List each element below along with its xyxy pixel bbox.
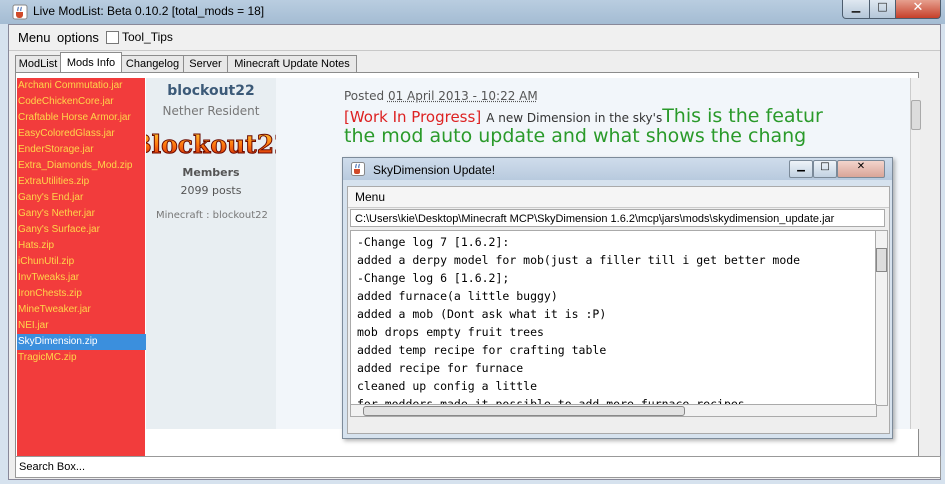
author-logo-image: Blockout22	[146, 130, 276, 160]
window-title: Live ModList: Beta 0.10.2 [total_mods = …	[33, 4, 265, 18]
changelog-line: added recipe for furnace	[357, 361, 524, 375]
changelog-line: added a derpy model for mob(just a fille…	[357, 253, 801, 267]
changelog-line: -Change log 7 [1.6.2]:	[357, 235, 510, 249]
author-name[interactable]: blockout22	[146, 83, 276, 99]
author-post-count: 2099 posts	[180, 184, 242, 197]
minimize-button[interactable]: ▁	[842, 0, 870, 19]
mod-list-item[interactable]: TragicMC.zip	[17, 350, 146, 366]
dialog-maximize-button[interactable]: □	[813, 160, 837, 178]
java-cup-icon	[351, 162, 365, 176]
post-date: Posted 01 April 2013 - 10:22 AM	[344, 89, 538, 103]
close-icon: ✕	[912, 0, 924, 15]
maximize-icon: □	[820, 161, 830, 172]
title-bar: Live ModList: Beta 0.10.2 [total_mods = …	[0, 0, 945, 24]
author-minecraft-name: Minecraft : blockout22	[156, 210, 268, 221]
tab-changelog[interactable]: Changelog	[121, 55, 184, 72]
mod-list-item[interactable]: NEI.jar	[17, 318, 146, 334]
maximize-icon: □	[877, 0, 888, 13]
maximize-button[interactable]: □	[869, 0, 896, 19]
minimize-icon: ▁	[797, 161, 805, 172]
mod-list-item[interactable]: Craftable Horse Armor.jar	[17, 110, 146, 126]
dialog-menu-bar: Menu	[348, 187, 889, 208]
post-subtitle: A new Dimension in the sky's	[486, 111, 663, 125]
changelog-line: added temp recipe for crafting table	[357, 343, 607, 357]
mod-list-item[interactable]: CodeChickenCore.jar	[17, 94, 146, 110]
mod-list-item[interactable]: Hats.zip	[17, 238, 146, 254]
tab-modlist[interactable]: ModList	[15, 55, 61, 72]
dialog-menu-item[interactable]: Menu	[355, 190, 385, 204]
java-cup-icon	[12, 4, 28, 20]
scroll-thumb[interactable]	[876, 248, 887, 272]
changelog-line: added furnace(a little buggy)	[357, 289, 558, 303]
tooltips-checkbox[interactable]	[106, 31, 119, 44]
feature-text-line-1: This is the featur	[662, 105, 823, 127]
dialog-title-bar: SkyDimension Update! ▁ □ ✕	[343, 158, 892, 180]
mod-list-item[interactable]: MineTweaker.jar	[17, 302, 146, 318]
scroll-thumb[interactable]	[911, 100, 921, 130]
changelog-line: added a mob (Dont ask what it is :P)	[357, 307, 607, 321]
menu-item-options[interactable]: options	[57, 30, 99, 45]
minimize-icon: ▁	[851, 0, 861, 13]
mod-list-item[interactable]: iChunUtil.zip	[17, 254, 146, 270]
mod-list-item[interactable]: EnderStorage.jar	[17, 142, 146, 158]
close-button[interactable]: ✕	[895, 0, 941, 19]
tooltips-label: Tool_Tips	[122, 30, 173, 44]
info-vertical-scrollbar[interactable]	[910, 78, 921, 429]
dialog-minimize-button[interactable]: ▁	[789, 160, 813, 178]
mod-list-item[interactable]: Archani Commutatio.jar	[17, 78, 146, 94]
wip-tag: [Work In Progress]	[344, 108, 482, 126]
changelog-horizontal-scrollbar[interactable]	[350, 404, 877, 417]
author-rank: Nether Resident	[162, 104, 260, 118]
menu-item-menu[interactable]: Menu	[18, 30, 51, 45]
dialog-body: Menu C:\Users\kie\Desktop\Minecraft MCP\…	[347, 186, 890, 434]
tab-minecraft-update-notes[interactable]: Minecraft Update Notes	[227, 55, 357, 72]
mod-list-item[interactable]: Gany's Nether.jar	[17, 206, 146, 222]
changelog-line: cleaned up config a little	[357, 379, 538, 393]
changelog-vertical-scrollbar[interactable]	[875, 230, 888, 406]
changelog-line: -Change log 6 [1.6.2];	[357, 271, 510, 285]
main-window: Live ModList: Beta 0.10.2 [total_mods = …	[0, 0, 945, 484]
posted-label: Posted	[344, 89, 385, 103]
author-profile: blockout22 Nether Resident Blockout22 M	[146, 78, 276, 429]
mod-list-item[interactable]: SkyDimension.zip	[17, 334, 146, 350]
mod-list-item[interactable]: Gany's Surface.jar	[17, 222, 146, 238]
svg-text:Blockout22: Blockout22	[146, 130, 276, 159]
mod-list-item[interactable]: IronChests.zip	[17, 286, 146, 302]
tab-server[interactable]: Server	[183, 55, 228, 72]
mod-list-item[interactable]: EasyColoredGlass.jar	[17, 126, 146, 142]
dialog-close-button[interactable]: ✕	[837, 160, 885, 178]
close-icon: ✕	[856, 161, 866, 172]
mod-list-item[interactable]: Gany's End.jar	[17, 190, 146, 206]
tab-mods-info[interactable]: Mods Info	[60, 52, 122, 73]
post-heading: [Work In Progress] A new Dimension in th…	[344, 105, 823, 127]
update-dialog: SkyDimension Update! ▁ □ ✕ Menu C:\Users…	[342, 157, 893, 439]
mod-list-item[interactable]: Extra_Diamonds_Mod.zip	[17, 158, 146, 174]
mod-list-item[interactable]: InvTweaks.jar	[17, 270, 146, 286]
mod-list-item[interactable]: ExtraUtilities.zip	[17, 174, 146, 190]
posted-date-link[interactable]: 01 April 2013 - 10:22 AM	[388, 89, 538, 103]
search-box[interactable]	[15, 456, 941, 478]
changelog-line: mob drops empty fruit trees	[357, 325, 544, 339]
author-group: Members	[182, 166, 240, 179]
feature-text-line-2: the mod auto update and what shows the c…	[344, 125, 807, 147]
search-input[interactable]	[16, 457, 922, 477]
mod-list[interactable]: Archani Commutatio.jar CodeChickenCore.ja…	[17, 78, 146, 458]
dialog-title: SkyDimension Update!	[373, 163, 496, 177]
jar-path-field[interactable]: C:\Users\kie\Desktop\Minecraft MCP\SkyDi…	[350, 209, 885, 227]
menu-bar: Menu options Tool_Tips	[9, 25, 940, 51]
changelog-textarea[interactable]: -Change log 7 [1.6.2]: added a derpy mode…	[350, 230, 877, 406]
scroll-thumb[interactable]	[363, 406, 685, 416]
